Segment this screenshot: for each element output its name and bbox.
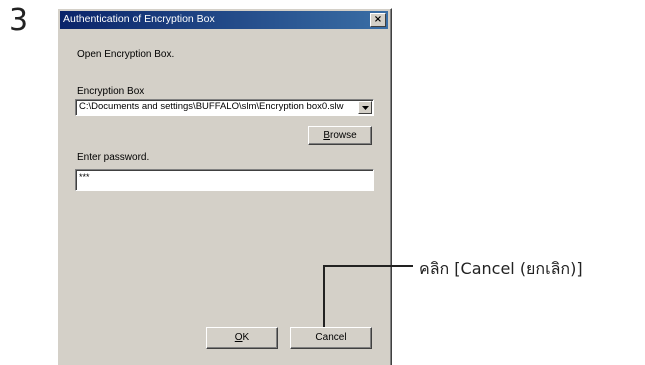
browse-label: rowse bbox=[329, 130, 357, 141]
encryption-box-label: Encryption Box bbox=[77, 86, 145, 97]
close-icon: × bbox=[373, 14, 383, 25]
password-input[interactable]: *** bbox=[75, 169, 374, 191]
dropdown-button[interactable] bbox=[358, 101, 372, 114]
encryption-box-path: C:\Documents and settings\BUFFALO\slm\En… bbox=[79, 101, 344, 112]
callout-text: คลิก [Cancel (ยกเลิก)] bbox=[419, 259, 583, 278]
encryption-box-select[interactable]: C:\Documents and settings\BUFFALO\slm\En… bbox=[75, 99, 374, 116]
browse-accelerator: B bbox=[323, 130, 330, 141]
dialog-title: Authentication of Encryption Box bbox=[63, 13, 215, 25]
ok-button[interactable]: OK bbox=[206, 327, 278, 349]
password-label: Enter password. bbox=[77, 152, 150, 163]
cancel-label: Cancel bbox=[315, 332, 347, 343]
step-number: 3 bbox=[9, 3, 29, 38]
ok-accelerator: O bbox=[234, 332, 243, 343]
browse-button[interactable]: Browse bbox=[308, 126, 372, 145]
ok-label: K bbox=[242, 332, 250, 343]
open-message: Open Encryption Box. bbox=[77, 49, 175, 60]
close-button[interactable]: × bbox=[370, 13, 386, 27]
authentication-dialog: Authentication of Encryption Box × Open … bbox=[57, 8, 392, 365]
title-bar: Authentication of Encryption Box × bbox=[60, 11, 388, 29]
chevron-down-icon bbox=[362, 106, 369, 110]
password-value: *** bbox=[79, 172, 90, 182]
cancel-button[interactable]: Cancel bbox=[290, 327, 372, 349]
